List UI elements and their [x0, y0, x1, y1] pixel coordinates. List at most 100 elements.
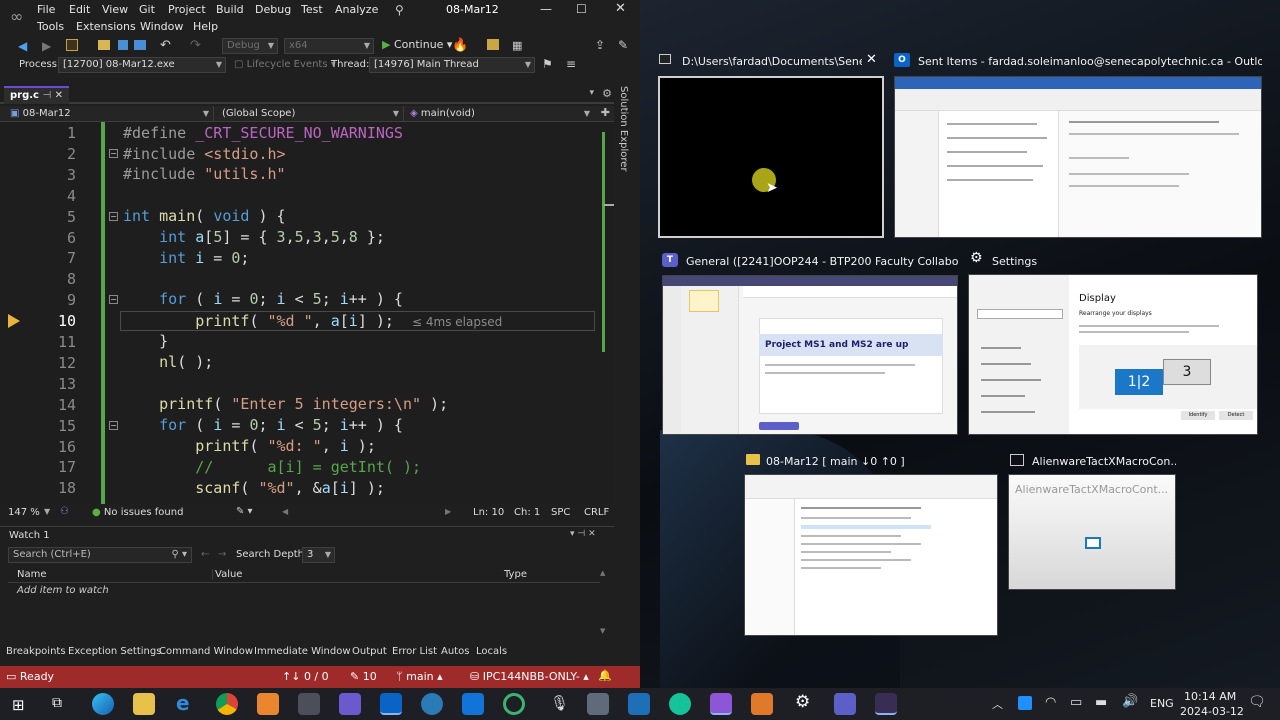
grammarly-icon[interactable]: [669, 693, 691, 715]
layout-icon[interactable]: ▦: [512, 39, 522, 52]
spacing-indicator[interactable]: SPC: [551, 507, 570, 518]
tray-overflow-icon[interactable]: ︿: [992, 696, 1003, 712]
terminal-icon[interactable]: [875, 693, 897, 715]
column-value-header[interactable]: Value: [212, 569, 242, 580]
collapse-for1-icon[interactable]: −: [109, 295, 118, 304]
menu-analyze[interactable]: Analyze: [335, 3, 378, 16]
globe-icon[interactable]: [421, 693, 443, 715]
toolbar-extra-icon[interactable]: [487, 39, 499, 50]
continue-button[interactable]: ▶ Continue ▾: [382, 38, 452, 51]
column-indicator[interactable]: Ch: 1: [514, 507, 540, 518]
notification-center-icon[interactable]: 🗨: [1248, 694, 1266, 710]
project-select[interactable]: ▣ 08-Mar12 ▼: [0, 106, 214, 121]
menu-file[interactable]: File: [37, 3, 55, 16]
collapse-main-icon[interactable]: −: [109, 212, 118, 221]
platform-select[interactable]: x64 ▼: [284, 38, 374, 54]
hot-reload-icon[interactable]: 🔥: [452, 38, 468, 53]
solution-explorer-strip[interactable]: Solution Explorer: [614, 84, 640, 172]
save-icon[interactable]: [118, 40, 128, 50]
outlook-taskbar-icon[interactable]: [380, 693, 402, 715]
pin-icon[interactable]: ⊣: [42, 90, 51, 101]
edge-icon[interactable]: [92, 693, 114, 715]
volume-icon[interactable]: 🔊: [1122, 694, 1138, 709]
git-changes[interactable]: ↑↓ 0 / 0: [282, 670, 329, 683]
redo-icon[interactable]: ↷: [190, 38, 201, 53]
app-orange2-icon[interactable]: [751, 693, 773, 715]
file-explorer-icon[interactable]: [133, 693, 155, 715]
column-name-header[interactable]: Name: [17, 569, 47, 580]
feedback-icon[interactable]: ✎: [618, 38, 628, 52]
tab-output[interactable]: Output: [352, 646, 387, 657]
copilot-icon[interactable]: ⚇: [60, 506, 69, 517]
back-icon[interactable]: ◀: [18, 39, 27, 53]
battery-icon[interactable]: ▬: [1095, 695, 1107, 710]
stack-frame-icon[interactable]: ≡: [566, 57, 576, 71]
new-project-icon[interactable]: [66, 39, 78, 51]
tab-dropdown-icon[interactable]: ▾: [589, 88, 594, 98]
tab-immediate-window[interactable]: Immediate Window: [254, 646, 351, 657]
search-icon[interactable]: ⚲: [395, 3, 404, 17]
tab-close-icon[interactable]: ✕: [55, 90, 63, 101]
line-number-gutter[interactable]: 1 2 3 4 5 6 7 8 9 10 11 12 13 14 15 16 17 18: [0, 122, 96, 504]
open-file-icon[interactable]: [98, 40, 110, 50]
watch-search-input[interactable]: Search (Ctrl+E) ⚲ ▾: [8, 547, 192, 563]
column-type-header[interactable]: Type: [504, 569, 527, 580]
task-window-outlook[interactable]: O Sent Items - fardad.soleimanloo@seneca…: [894, 50, 1262, 238]
zoom-dropdown-icon[interactable]: ▼: [44, 507, 50, 516]
tray-app-icon[interactable]: [1018, 696, 1032, 710]
branch-selector[interactable]: ᛘ main ▴: [396, 670, 443, 683]
live-share-icon[interactable]: ⇪: [595, 38, 605, 52]
collapse-for2-icon[interactable]: −: [109, 421, 118, 430]
tab-prg-c[interactable]: prg.c ⊣ ✕: [4, 86, 70, 104]
start-icon[interactable]: ⊞: [12, 696, 25, 714]
wifi-icon[interactable]: ◠: [1045, 695, 1056, 710]
search-depth-select[interactable]: 3 ▼: [302, 547, 335, 563]
collapse-include-icon[interactable]: −: [109, 149, 118, 158]
search-back-icon[interactable]: ←: [201, 549, 209, 560]
scrollbar-thumb[interactable]: [604, 204, 614, 206]
no-issues-indicator[interactable]: ● No issues found: [92, 507, 183, 518]
console-close-icon[interactable]: ✕: [866, 52, 877, 67]
menu-git[interactable]: Git: [139, 3, 155, 16]
member-select[interactable]: ◈ main(void) ▼: [404, 106, 594, 121]
vertical-scrollbar[interactable]: [600, 122, 614, 504]
monitor-icon[interactable]: ▭: [1070, 695, 1082, 710]
solution-explorer-label[interactable]: Solution Explorer: [618, 86, 629, 172]
menu-tools[interactable]: Tools: [37, 20, 64, 33]
add-watch-item[interactable]: Add item to watch: [17, 585, 109, 596]
tab-breakpoints[interactable]: Breakpoints: [6, 646, 66, 657]
scroll-left-icon[interactable]: ◀: [282, 507, 288, 516]
solution-config-select[interactable]: Debug ▼: [222, 38, 278, 54]
line-indicator[interactable]: Ln: 10: [473, 507, 504, 518]
tab-exception-settings[interactable]: Exception Settings: [68, 646, 161, 657]
menu-help[interactable]: Help: [193, 20, 218, 33]
sync-icon[interactable]: [503, 693, 525, 715]
task-view-icon[interactable]: ⧉: [52, 695, 62, 711]
camera-icon[interactable]: [298, 693, 320, 715]
process-select[interactable]: [12700] 08-Mar12.exe ▼: [58, 57, 226, 73]
visual-studio-taskbar-icon[interactable]: [710, 693, 732, 715]
brush-icon[interactable]: ✎ ▾: [236, 506, 253, 517]
menu-view[interactable]: View: [102, 3, 128, 16]
zoom-level[interactable]: 147 %: [8, 507, 40, 518]
lifecycle-events-button[interactable]: ▢ Lifecycle Events ▾: [234, 59, 336, 70]
minimize-button[interactable]: —: [540, 2, 552, 16]
calculator-icon[interactable]: [587, 693, 609, 715]
network-app-icon[interactable]: [339, 693, 361, 715]
task-window-settings[interactable]: ⚙ Settings Display Rearrange your displa…: [968, 250, 1260, 436]
clock-time[interactable]: 10:14 AM: [1184, 690, 1236, 703]
mail-icon[interactable]: [462, 693, 484, 715]
watch-search-icon[interactable]: ⚲ ▾: [171, 548, 187, 562]
clock-date[interactable]: 2024-03-12: [1180, 705, 1244, 718]
save-all-icon[interactable]: [134, 40, 146, 50]
ie-icon[interactable]: e: [176, 691, 190, 715]
tab-command-window[interactable]: Command Window: [159, 646, 253, 657]
task-window-explorer[interactable]: 08-Mar12 [ main ↓0 ↑0 ]: [744, 450, 998, 636]
close-button[interactable]: ✕: [615, 1, 626, 16]
menu-edit[interactable]: Edit: [69, 3, 90, 16]
repo-selector[interactable]: ⛁ IPC144NBB-ONLY- ▴: [470, 670, 589, 683]
settings-icon[interactable]: ⚙: [602, 87, 612, 100]
remote-desktop-icon[interactable]: [628, 693, 650, 715]
split-icon[interactable]: ✚: [601, 106, 610, 119]
watch-scrollbar[interactable]: ▲ ▼: [600, 567, 610, 637]
